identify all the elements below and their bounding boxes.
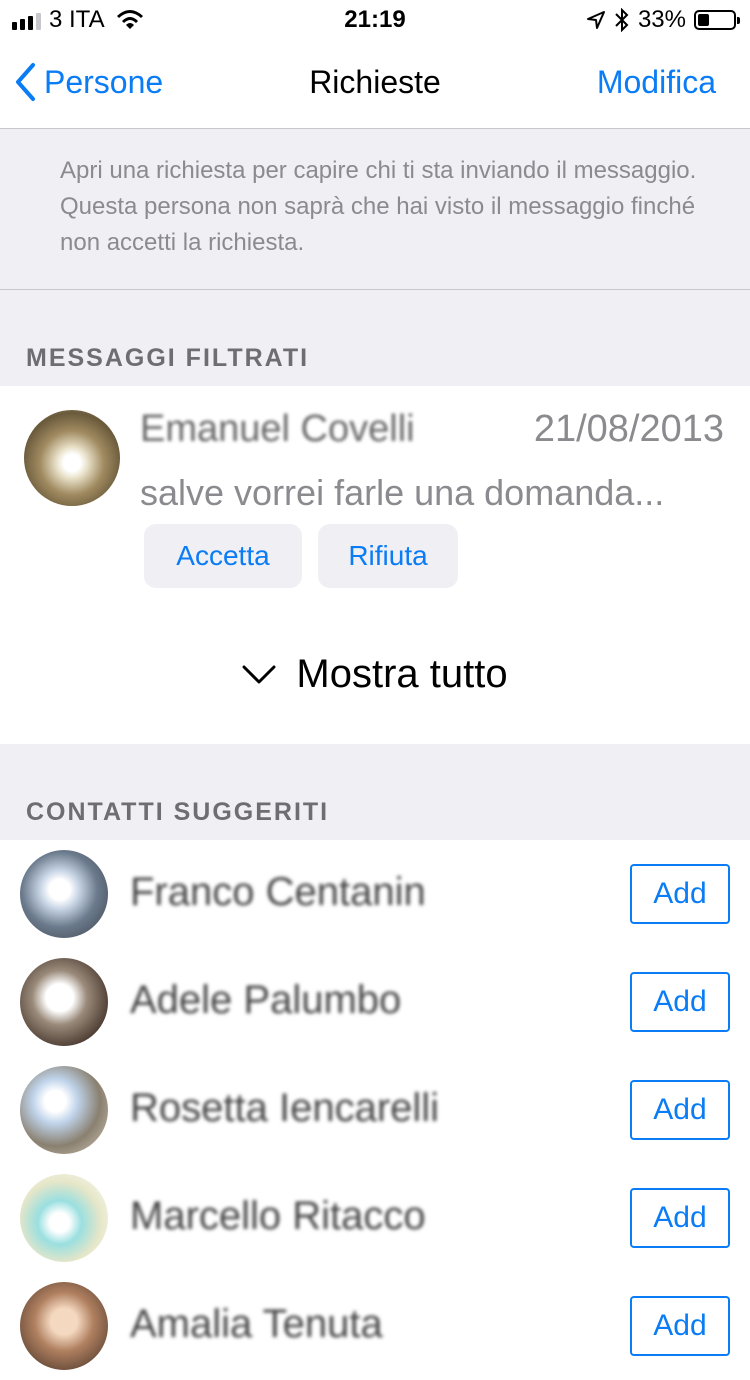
edit-button[interactable]: Modifica xyxy=(597,64,716,101)
message-request-row[interactable]: Emanuel Covelli 21/08/2013 salve vorrei … xyxy=(0,386,750,744)
contact-name: Adele Palumbo xyxy=(130,978,402,1022)
status-bar: 3 ITA 21:19 33% xyxy=(0,0,750,40)
contact-name: Rosetta Iencarelli xyxy=(130,1086,440,1130)
show-all-label: Mostra tutto xyxy=(296,652,508,696)
contact-name: Franco Centanin xyxy=(130,870,426,914)
request-message-preview: salve vorrei farle una domanda... xyxy=(140,472,665,513)
filtered-section-title: MESSAGGI FILTRATI xyxy=(26,344,310,372)
battery-fill xyxy=(698,14,709,26)
add-contact-button[interactable]: Add xyxy=(630,1080,730,1140)
add-contact-button[interactable]: Add xyxy=(630,1188,730,1248)
filtered-section-header: MESSAGGI FILTRATI xyxy=(0,290,750,386)
location-arrow-icon xyxy=(586,11,605,29)
add-contact-button[interactable]: Add xyxy=(630,1296,730,1356)
avatar[interactable] xyxy=(20,850,108,938)
suggested-contact-row[interactable]: Amalia Tenuta Add xyxy=(0,1272,750,1380)
suggested-contact-row[interactable]: Franco Centanin Add xyxy=(0,840,750,948)
avatar[interactable] xyxy=(20,1282,108,1370)
suggested-contact-row[interactable]: Adele Palumbo Add xyxy=(0,948,750,1056)
request-date: 21/08/2013 xyxy=(533,408,724,450)
contact-name: Marcello Ritacco xyxy=(130,1194,426,1238)
add-contact-button[interactable]: Add xyxy=(630,972,730,1032)
navigation-bar: Persone Richieste Modifica xyxy=(0,40,750,129)
battery-icon xyxy=(694,10,740,30)
avatar[interactable] xyxy=(20,1174,108,1262)
suggested-section-header: CONTATTI SUGGERITI xyxy=(0,744,750,840)
avatar[interactable] xyxy=(24,410,120,506)
avatar[interactable] xyxy=(20,1066,108,1154)
accept-button[interactable]: Accetta xyxy=(144,524,302,588)
request-sender-name: Emanuel Covelli xyxy=(140,408,415,450)
add-contact-button[interactable]: Add xyxy=(630,864,730,924)
info-banner: Apri una richiesta per capire chi ti sta… xyxy=(0,129,750,290)
avatar[interactable] xyxy=(20,958,108,1046)
bluetooth-icon xyxy=(615,8,629,32)
info-text: Apri una richiesta per capire chi ti sta… xyxy=(60,157,697,256)
suggested-contact-row[interactable]: Marcello Ritacco Add xyxy=(0,1164,750,1272)
suggested-section-title: CONTATTI SUGGERITI xyxy=(26,798,330,826)
contact-name: Amalia Tenuta xyxy=(130,1302,383,1346)
chevron-down-icon xyxy=(242,665,276,683)
battery-percent: 33% xyxy=(637,6,686,33)
suggested-contact-row[interactable]: Rosetta Iencarelli Add xyxy=(0,1056,750,1164)
show-all-button[interactable]: Mostra tutto xyxy=(0,652,750,697)
status-right: 33% xyxy=(586,6,740,34)
reject-button[interactable]: Rifiuta xyxy=(318,524,458,588)
